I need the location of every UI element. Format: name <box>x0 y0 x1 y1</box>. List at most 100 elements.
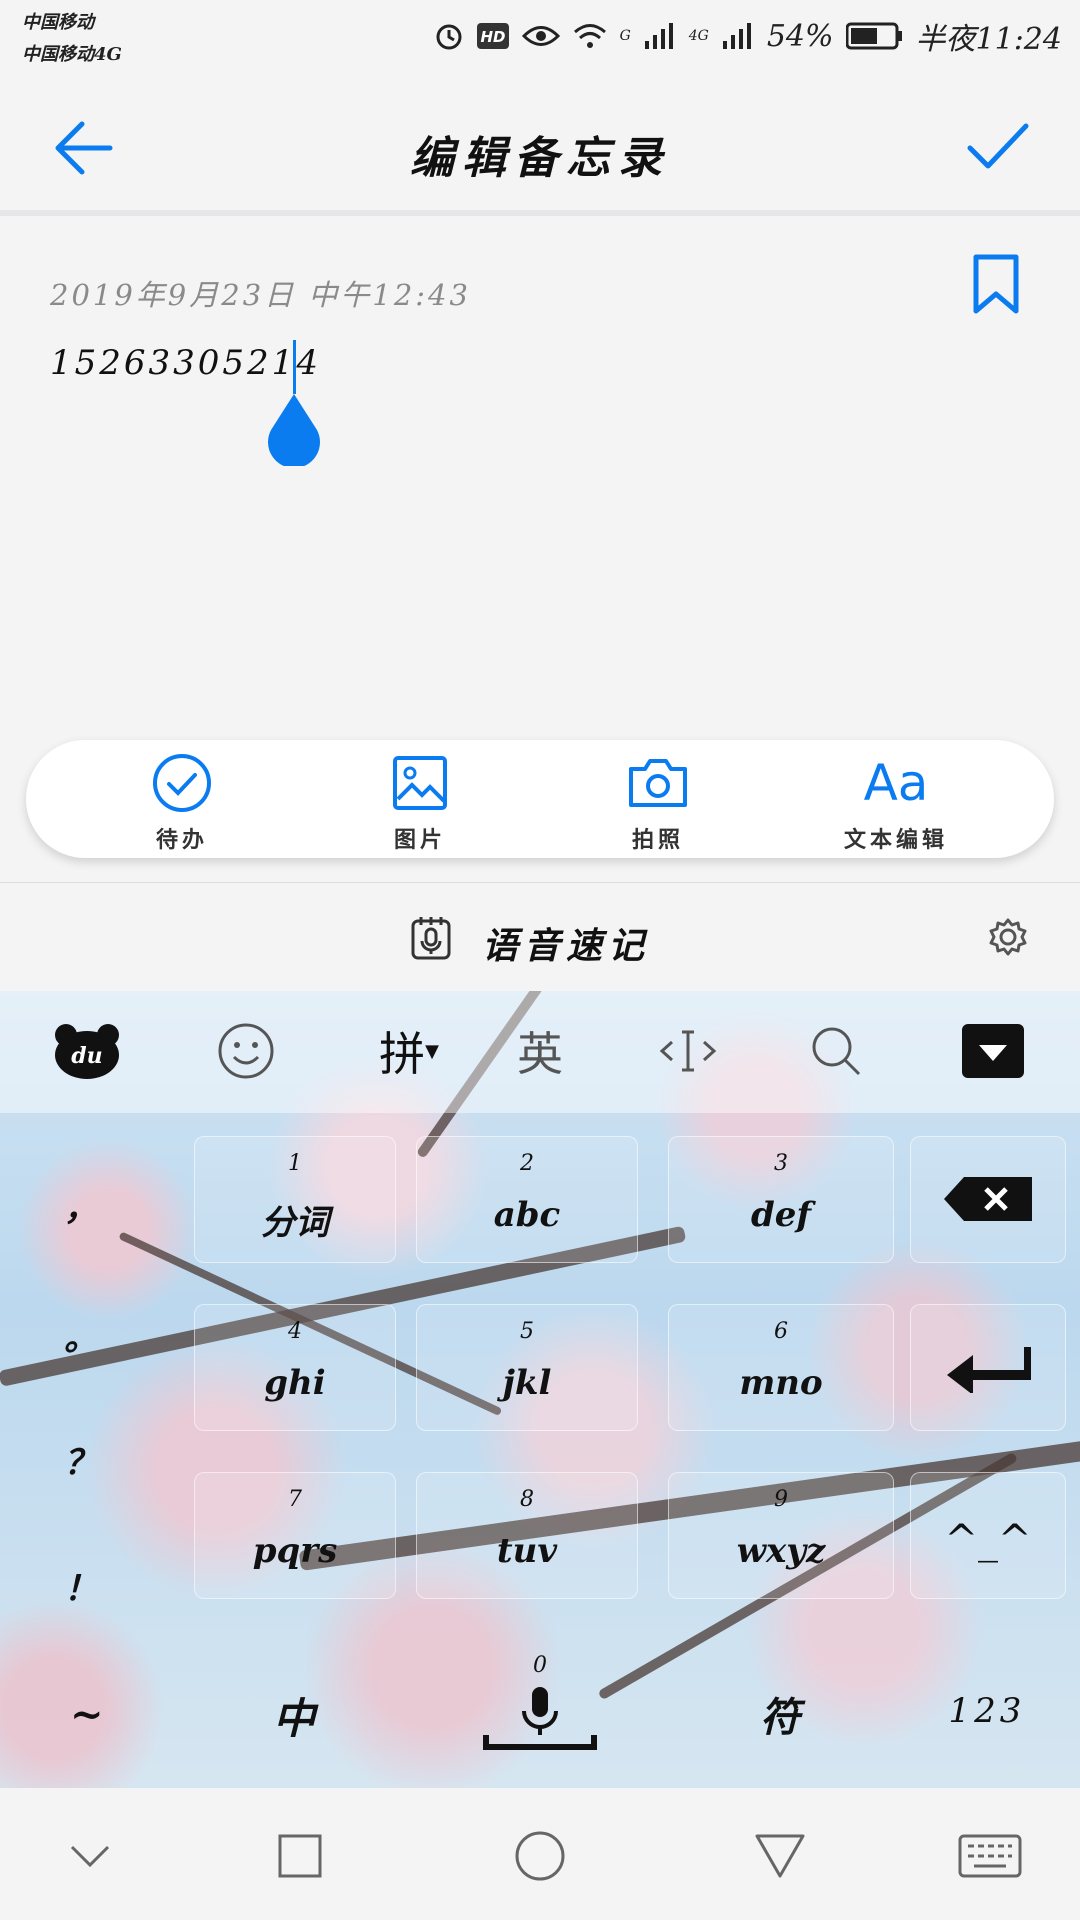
text-format-icon: Aa <box>863 754 929 812</box>
key-6[interactable]: 6 mno <box>668 1304 894 1431</box>
hide-keyboard-icon[interactable] <box>960 1021 1026 1081</box>
key-letters: wxyz <box>736 1531 826 1571</box>
pinyin-mode-label: 拼 <box>379 1027 426 1081</box>
voice-memo-label[interactable]: 语音速记 <box>482 917 650 969</box>
key-letters: abc <box>493 1195 561 1235</box>
space-voice-key[interactable]: 0 <box>440 1643 640 1773</box>
pinyin-mode-button[interactable]: 拼 ▼ <box>364 1021 454 1081</box>
key-letters: mno <box>739 1363 823 1403</box>
key-number: 8 <box>520 1487 534 1512</box>
signal-icon <box>644 23 673 49</box>
key-letters: tuv <box>496 1531 558 1571</box>
svg-text:du: du <box>71 1043 102 1069</box>
keyboard: du 拼 ▼ 英 ， 。 ？ ！ 1 分词 2 abc 3 def 4 ghi 5 jkl … <box>0 991 1080 1788</box>
key-number: 6 <box>774 1319 788 1344</box>
key-number: 9 <box>774 1487 788 1512</box>
signal-icon-2 <box>722 23 751 49</box>
emoticon-key[interactable]: ^_^ <box>910 1472 1066 1599</box>
todo-button[interactable]: 待办 <box>82 750 282 854</box>
backspace-icon <box>944 1177 1032 1221</box>
key-letters: def <box>750 1195 812 1235</box>
back-triangle-icon[interactable] <box>752 1828 808 1884</box>
battery-icon <box>845 22 902 50</box>
status-bar: 中国移动 中国移动4G HD G 4G 54% 半夜11:24 <box>0 0 1080 80</box>
note-toolbar: 待办 图片 拍照 Aa 文本编辑 <box>26 740 1054 858</box>
key-3[interactable]: 3 def <box>668 1136 894 1263</box>
clock: 半夜11:24 <box>915 22 1062 57</box>
key-1[interactable]: 1 分词 <box>194 1136 396 1263</box>
text-edit-label: 文本编辑 <box>843 827 948 853</box>
svg-text:HD: HD <box>480 28 505 46</box>
camera-icon <box>629 759 687 807</box>
todo-label: 待办 <box>155 827 208 853</box>
enter-icon <box>947 1347 1034 1395</box>
exclamation-key[interactable]: ！ <box>64 1561 98 1610</box>
emoji-icon[interactable] <box>216 1021 276 1081</box>
symbol-key-label: 符 <box>760 1694 800 1741</box>
key-letters: jkl <box>502 1363 552 1403</box>
status-icons: HD G 4G 54% 半夜11:24 <box>434 14 1062 58</box>
voice-memo-icon[interactable] <box>410 915 452 961</box>
search-icon[interactable] <box>806 1021 866 1081</box>
key-9[interactable]: 9 wxyz <box>668 1472 894 1599</box>
key-number: 1 <box>288 1151 302 1176</box>
english-mode-button[interactable]: 英 <box>510 1021 570 1081</box>
tilde-key[interactable]: ~ <box>70 1691 104 1738</box>
picture-button[interactable]: 图片 <box>320 750 520 854</box>
key-letters: 分词 <box>261 1203 329 1243</box>
key-letters: pqrs <box>252 1531 338 1571</box>
keyboard-toolbar: du 拼 ▼ 英 <box>0 991 1080 1113</box>
key-number: 2 <box>520 1151 534 1176</box>
recents-square-icon[interactable] <box>272 1828 328 1884</box>
number-mode-label: 123 <box>948 1691 1026 1731</box>
confirm-check-icon[interactable] <box>966 116 1030 180</box>
battery-percent: 54% <box>766 18 834 54</box>
space-key-number: 0 <box>533 1653 547 1678</box>
key-5[interactable]: 5 jkl <box>416 1304 638 1431</box>
note-date: 2019年9月23日 中午12:43 <box>50 278 471 312</box>
voice-memo-bar: 语音速记 <box>0 883 1080 991</box>
key-8[interactable]: 8 tuv <box>416 1472 638 1599</box>
camera-button[interactable]: 拍照 <box>558 750 758 854</box>
network-label-2: 4G <box>688 28 709 44</box>
carrier-1: 中国移动 <box>22 12 94 33</box>
key-2[interactable]: 2 abc <box>416 1136 638 1263</box>
key-number: 7 <box>288 1487 302 1512</box>
home-circle-icon[interactable] <box>512 1828 568 1884</box>
key-4[interactable]: 4 ghi <box>194 1304 396 1431</box>
cursor-move-icon[interactable] <box>656 1021 720 1081</box>
wifi-icon <box>573 24 606 48</box>
bookmark-icon[interactable] <box>972 254 1020 314</box>
page-title: 编辑备忘录 <box>410 133 670 184</box>
enter-key[interactable] <box>910 1304 1066 1431</box>
question-key[interactable]: ？ <box>64 1435 98 1484</box>
emoticon-label: ^_^ <box>944 1517 1032 1563</box>
cursor-handle[interactable] <box>263 392 325 466</box>
key-letters: ghi <box>264 1363 326 1403</box>
chinese-key-label: 中 <box>272 1694 315 1743</box>
key-number: 4 <box>288 1319 302 1344</box>
period-key[interactable]: 。 <box>64 1311 98 1360</box>
camera-label: 拍照 <box>631 827 684 853</box>
backspace-key[interactable] <box>910 1136 1066 1263</box>
note-text[interactable]: 15263305214 <box>50 343 321 383</box>
header: 编辑备忘录 <box>0 80 1080 216</box>
collapse-chevron-icon[interactable] <box>62 1828 118 1884</box>
text-edit-button[interactable]: Aa 文本编辑 <box>796 750 996 854</box>
symbol-key[interactable]: 符 <box>668 1643 892 1773</box>
settings-gear-icon[interactable] <box>988 917 1028 957</box>
network-label-1: G <box>619 28 631 44</box>
key-number: 5 <box>520 1319 534 1344</box>
keyboard-switch-icon[interactable] <box>958 1828 1022 1884</box>
hd-icon: HD <box>476 23 509 49</box>
baidu-logo-icon[interactable]: du <box>52 1021 122 1081</box>
chinese-key[interactable]: 中 <box>194 1643 394 1773</box>
picture-label: 图片 <box>393 827 446 853</box>
eye-icon <box>521 26 560 46</box>
key-7[interactable]: 7 pqrs <box>194 1472 396 1599</box>
comma-key[interactable]: ， <box>64 1181 98 1230</box>
navigation-bar <box>0 1788 1080 1920</box>
microphone-icon <box>483 1687 597 1750</box>
key-number: 3 <box>774 1151 788 1176</box>
number-mode-key[interactable]: 123 <box>910 1643 1064 1773</box>
